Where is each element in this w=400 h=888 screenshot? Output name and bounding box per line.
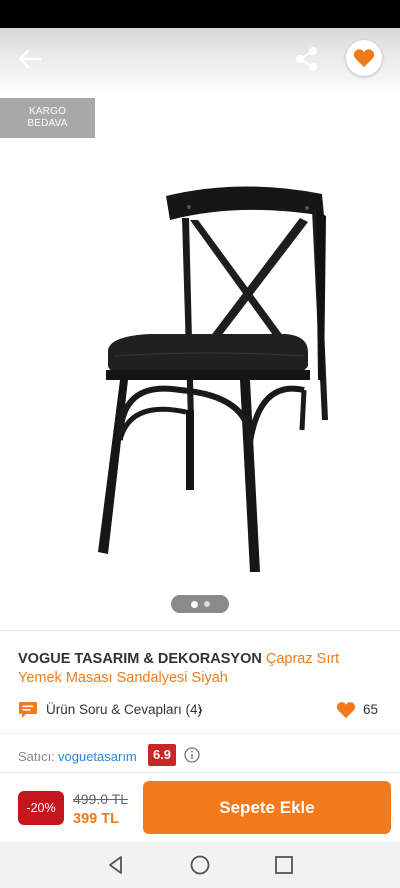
back-button[interactable]: [16, 46, 46, 72]
status-bar: [0, 0, 400, 28]
pager-dot: [203, 601, 210, 607]
seller-row: Satıcı: voguetasarım 6.9: [18, 744, 382, 766]
seller-score-badge: 6.9: [148, 744, 176, 766]
likes-count: 65: [363, 702, 379, 717]
nav-back-icon[interactable]: [105, 854, 127, 876]
favorite-button[interactable]: [346, 40, 382, 76]
seller-label: Satıcı:: [18, 749, 55, 764]
current-price: 399 TL: [73, 811, 119, 827]
product-image: [98, 186, 328, 572]
qa-link[interactable]: Ürün Soru & Cevapları (4) › 65: [18, 700, 382, 720]
heart-icon: [336, 702, 356, 719]
old-price: 499.0 TL: [73, 791, 129, 807]
qa-label: Ürün Soru & Cevapları (4): [46, 702, 203, 717]
product-brand[interactable]: VOGUE TASARIM & DEKORASYON: [18, 651, 262, 667]
top-bar: [0, 28, 400, 90]
purchase-bar: -20% 499.0 TL 399 TL Sepete Ekle: [0, 772, 400, 842]
share-icon: [296, 47, 317, 71]
chevron-right-icon: ›: [198, 701, 203, 717]
free-shipping-badge: KARGO BEDAVA: [0, 98, 95, 138]
discount-badge: -20%: [18, 791, 64, 825]
badge-line-1: KARGO: [28, 106, 67, 117]
add-to-cart-button[interactable]: Sepete Ekle: [143, 781, 391, 834]
system-nav-bar: [0, 842, 400, 888]
heart-icon: [353, 49, 375, 68]
badge-line-2: BEDAVA: [27, 118, 68, 129]
nav-recents-icon[interactable]: [274, 855, 294, 875]
pager-dot-active: [190, 600, 198, 608]
divider: [0, 733, 400, 734]
share-button[interactable]: [292, 44, 322, 74]
arrow-left-icon: [18, 49, 42, 69]
info-icon[interactable]: [184, 747, 200, 763]
product-title: VOGUE TASARIM & DEKORASYON Çapraz Sırt Y…: [18, 650, 382, 688]
seller-name-link[interactable]: voguetasarım: [58, 749, 137, 764]
gallery-pager: [171, 595, 229, 613]
divider: [0, 630, 400, 631]
nav-home-icon[interactable]: [189, 854, 211, 876]
chat-icon: [19, 702, 37, 718]
